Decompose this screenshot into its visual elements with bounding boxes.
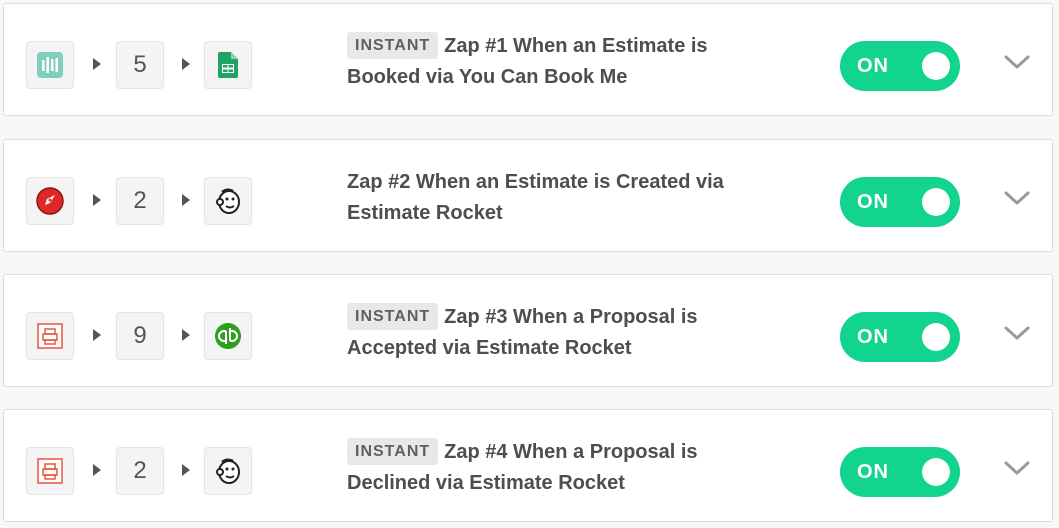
zap-card[interactable]: 9 INSTANT Zap #3 When a Proposal is Accep… — [3, 274, 1053, 387]
zap-title[interactable]: INSTANT Zap #3 When a Proposal is Accepte… — [347, 302, 767, 364]
flow-arrow-icon — [182, 329, 190, 341]
step-count: 2 — [116, 177, 164, 225]
flow-arrow-icon — [182, 194, 190, 206]
zap-title[interactable]: INSTANT Zap #4 When a Proposal is Decline… — [347, 437, 767, 499]
toggle-knob — [922, 52, 950, 80]
zap-card[interactable]: 2 Zap #2 When an Estimate is Created via… — [3, 139, 1053, 252]
zap-toggle[interactable]: ON — [840, 41, 960, 91]
flow-arrow-icon — [182, 464, 190, 476]
zap-toggle[interactable]: ON — [840, 177, 960, 227]
flow-arrow-icon — [182, 58, 190, 70]
estimate-rocket-document-icon — [37, 323, 63, 349]
google-sheets-icon — [218, 52, 238, 78]
step-count: 9 — [116, 312, 164, 360]
instant-badge: INSTANT — [347, 303, 439, 330]
chevron-down-icon[interactable] — [1004, 325, 1030, 341]
action-app-icon-box — [204, 447, 252, 495]
action-app-icon-box — [204, 41, 252, 89]
instant-badge: INSTANT — [347, 438, 439, 465]
flow-arrow-icon — [93, 194, 101, 206]
step-count: 2 — [116, 447, 164, 495]
trigger-app-icon-box — [26, 447, 74, 495]
mailchimp-icon — [216, 458, 240, 484]
zap-toggle[interactable]: ON — [840, 312, 960, 362]
flow-arrow-icon — [93, 464, 101, 476]
chevron-down-icon[interactable] — [1004, 54, 1030, 70]
flow-arrow-icon — [93, 329, 101, 341]
trigger-app-icon-box — [26, 312, 74, 360]
zap-title[interactable]: Zap #2 When an Estimate is Created via E… — [347, 167, 767, 229]
flow-arrow-icon — [93, 58, 101, 70]
zap-card[interactable]: 5 INSTANT Zap #1 When an Estimate is Book… — [3, 3, 1053, 116]
mailchimp-icon — [216, 188, 240, 214]
estimate-rocket-document-icon — [37, 458, 63, 484]
toggle-label: ON — [857, 326, 889, 348]
step-count: 5 — [116, 41, 164, 89]
instant-badge: INSTANT — [347, 32, 439, 59]
estimate-rocket-icon — [36, 187, 64, 215]
youcanbookme-icon — [37, 52, 63, 78]
action-app-icon-box — [204, 177, 252, 225]
toggle-knob — [922, 323, 950, 351]
trigger-app-icon-box — [26, 177, 74, 225]
zap-title[interactable]: INSTANT Zap #1 When an Estimate is Booked… — [347, 31, 767, 93]
toggle-knob — [922, 458, 950, 486]
chevron-down-icon[interactable] — [1004, 190, 1030, 206]
action-app-icon-box — [204, 312, 252, 360]
quickbooks-icon — [215, 323, 241, 349]
toggle-label: ON — [857, 461, 889, 483]
zap-card[interactable]: 2 INSTANT Zap #4 When a Proposal is Decli… — [3, 409, 1053, 522]
trigger-app-icon-box — [26, 41, 74, 89]
zap-toggle[interactable]: ON — [840, 447, 960, 497]
zap-title-text: Zap #2 When an Estimate is Created via E… — [347, 171, 724, 224]
toggle-label: ON — [857, 55, 889, 77]
toggle-label: ON — [857, 191, 889, 213]
chevron-down-icon[interactable] — [1004, 460, 1030, 476]
toggle-knob — [922, 188, 950, 216]
